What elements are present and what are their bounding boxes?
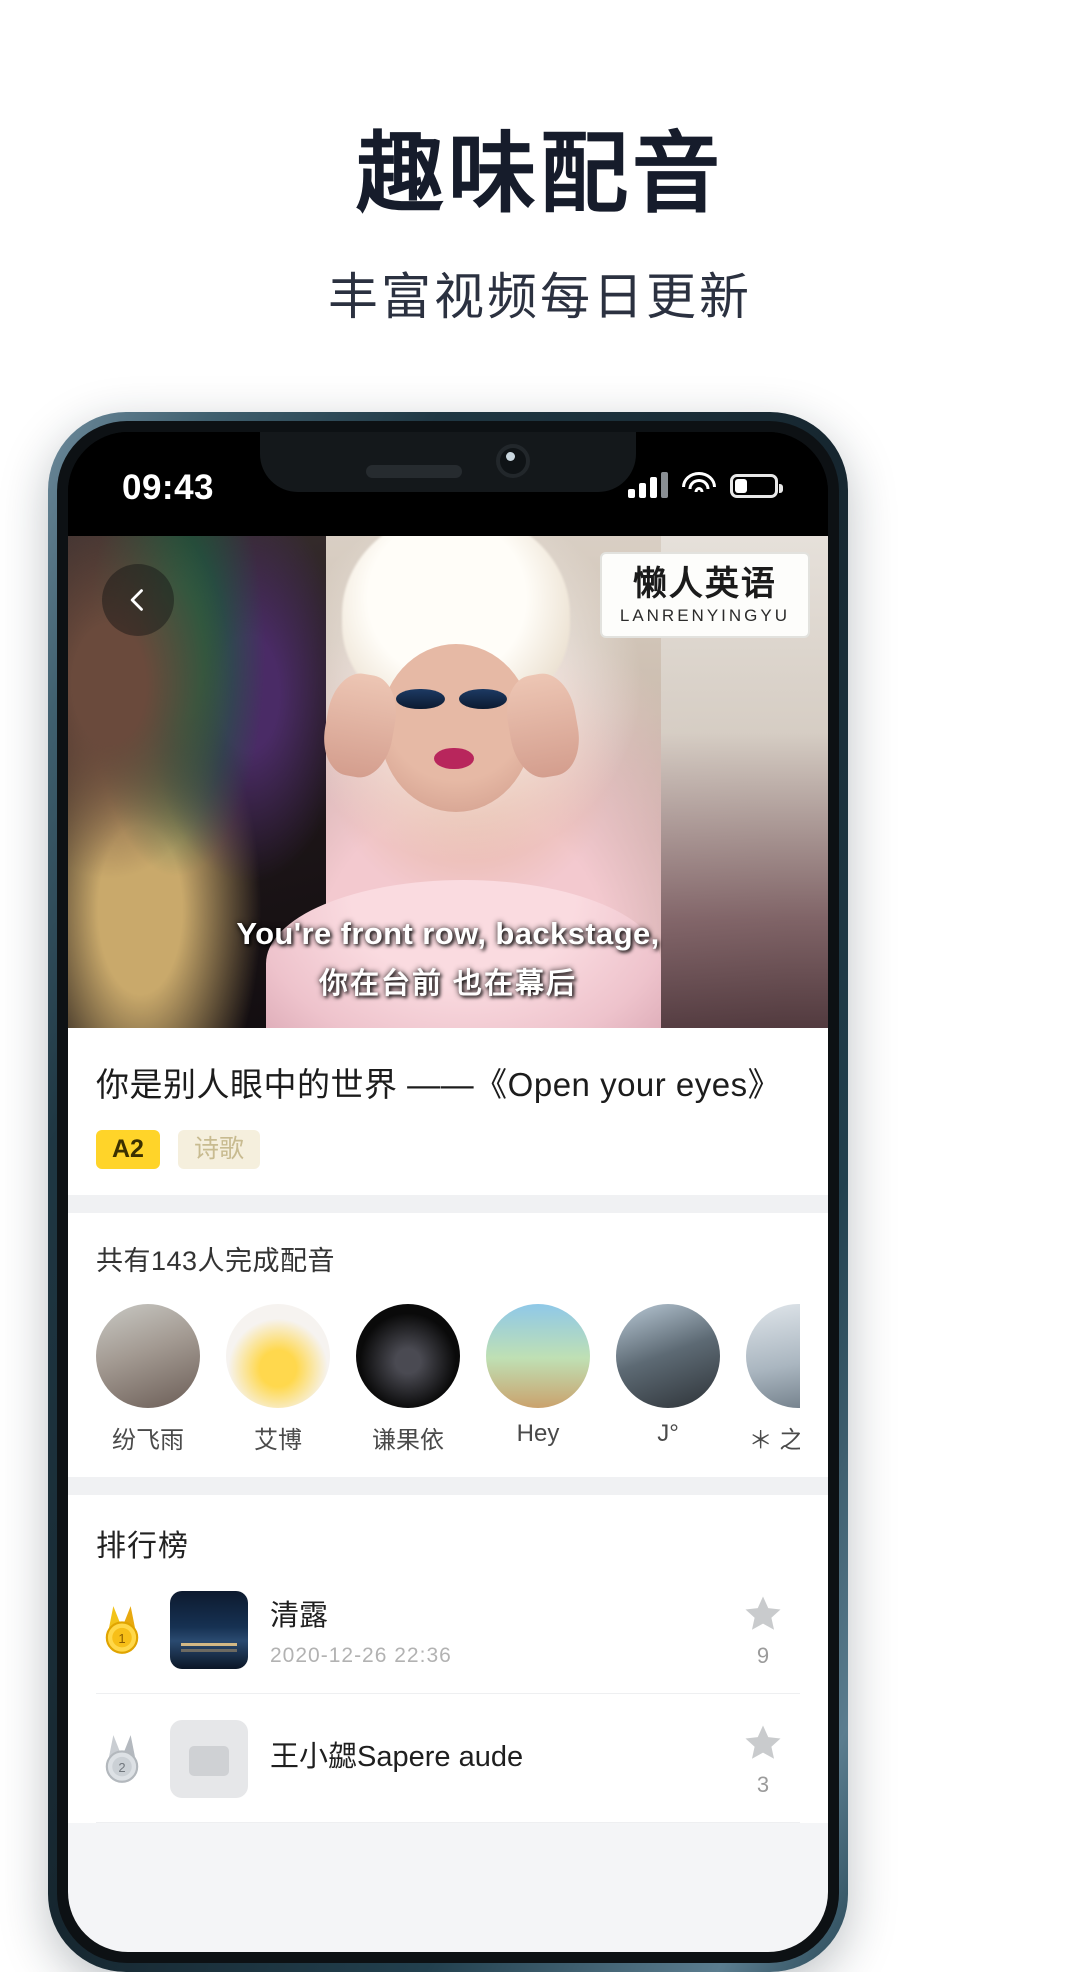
avatar-name: 纷飞雨 (112, 1427, 184, 1454)
page-subtitle: 丰富视频每日更新 (328, 269, 752, 326)
rank-user-name: 清露 (270, 1600, 329, 1632)
brand-watermark: 懒人英语 LANRENYINGYU (599, 552, 810, 639)
brand-name-cn: 懒人英语 (632, 565, 777, 603)
list-item[interactable]: J° (616, 1304, 720, 1448)
rank-star-block[interactable]: 3 (726, 1721, 800, 1798)
ranking-section: 排行榜 1 清露 2020-12-26 22:36 9 2 王小勰Sapere … (68, 1495, 828, 1823)
list-item[interactable]: ＊ 之久... (746, 1304, 800, 1455)
avatar-name: 谦果依 (372, 1427, 444, 1454)
avatar (746, 1304, 800, 1408)
dubber-avatar-list[interactable]: 纷飞雨 艾博 谦果依 Hey J° ＊ 之 (96, 1304, 800, 1455)
rank-thumbnail (170, 1720, 248, 1798)
status-time: 09:43 (122, 468, 215, 507)
ranking-heading: 排行榜 (96, 1530, 189, 1563)
tag-topic[interactable]: 诗歌 (177, 1130, 260, 1169)
list-item[interactable]: 艾博 (226, 1304, 330, 1455)
page-title: 趣味配音 (355, 124, 724, 223)
avatar (356, 1304, 460, 1408)
content-title: 你是别人眼中的世界 ——《Open your eyes》 (96, 1066, 782, 1103)
avatar-name: Hey (516, 1420, 560, 1447)
back-button[interactable] (102, 564, 174, 636)
title-block: 你是别人眼中的世界 ——《Open your eyes》 A2 诗歌 (68, 1028, 828, 1195)
silver-medal-icon: 2 (96, 1733, 148, 1785)
avatar-name: ＊ 之久... (748, 1427, 800, 1454)
video-subject-eye-right (458, 688, 508, 710)
list-item[interactable]: 纷飞雨 (96, 1304, 200, 1455)
svg-text:2: 2 (118, 1760, 125, 1775)
video-captions: You're front row, backstage, 你在台前 也在幕后 (68, 916, 828, 1002)
tag-level[interactable]: A2 (96, 1130, 160, 1169)
rank-star-count: 3 (756, 1771, 770, 1797)
app-content: 懒人英语 LANRENYINGYU You're front row, back… (68, 536, 828, 1952)
video-subject-mouth (434, 747, 474, 770)
rank-info: 王小勰Sapere aude (270, 1733, 704, 1785)
rank-timestamp: 2020-12-26 22:36 (270, 1644, 452, 1667)
front-camera-icon (496, 444, 530, 478)
rank-star-count: 9 (756, 1642, 770, 1668)
status-indicators (628, 472, 783, 498)
svg-text:1: 1 (118, 1631, 125, 1646)
tag-list: A2 诗歌 (96, 1130, 800, 1169)
avatar-name: J° (657, 1420, 679, 1447)
gold-medal-icon: 1 (96, 1604, 148, 1656)
rank-info: 清露 2020-12-26 22:36 (270, 1592, 704, 1668)
promo-header: 趣味配音 丰富视频每日更新 (0, 0, 1080, 329)
rank-star-block[interactable]: 9 (726, 1592, 800, 1669)
brand-name-en: LANRENYINGYU (619, 606, 790, 626)
avatar (96, 1304, 200, 1408)
rank-thumbnail (170, 1591, 248, 1669)
table-row[interactable]: 2 王小勰Sapere aude 3 (96, 1694, 800, 1823)
phone-screen: 09:43 懒人英语 LANRENYINGYU You're front row… (68, 432, 828, 1952)
phone-mockup: 09:43 懒人英语 LANRENYINGYU You're front row… (48, 412, 848, 1972)
dubbers-heading: 共有143人完成配音 (96, 1246, 336, 1276)
caption-english: You're front row, backstage, (236, 916, 660, 951)
avatar (486, 1304, 590, 1408)
content-title-card: 你是别人眼中的世界 ——《Open your eyes》 A2 诗歌 (68, 1028, 828, 1195)
back-chevron-icon (130, 589, 143, 611)
status-bar: 09:43 (68, 432, 828, 536)
star-icon (745, 1725, 781, 1759)
section-divider (68, 1195, 828, 1213)
table-row[interactable]: 1 清露 2020-12-26 22:36 9 (96, 1565, 800, 1694)
section-divider (68, 1477, 828, 1495)
dubbers-section: 共有143人完成配音 纷飞雨 艾博 谦果依 Hey J° ＊ 之 (68, 1213, 828, 1477)
video-player[interactable]: 懒人英语 LANRENYINGYU You're front row, back… (68, 536, 828, 1028)
avatar (226, 1304, 330, 1408)
battery-icon (730, 474, 783, 498)
caption-chinese: 你在台前 也在幕后 (318, 968, 578, 1000)
phone-notch (260, 432, 636, 492)
star-icon (745, 1596, 781, 1630)
avatar-name: 艾博 (254, 1427, 302, 1454)
earpiece-speaker-icon (366, 465, 462, 478)
wifi-icon (682, 472, 716, 498)
rank-user-name: 王小勰Sapere aude (270, 1741, 524, 1773)
avatar (616, 1304, 720, 1408)
list-item[interactable]: Hey (486, 1304, 590, 1448)
cellular-signal-icon (628, 472, 668, 498)
video-subject-eye-left (396, 688, 445, 710)
phone-bezel: 09:43 懒人英语 LANRENYINGYU You're front row… (57, 421, 839, 1963)
list-item[interactable]: 谦果依 (356, 1304, 460, 1455)
